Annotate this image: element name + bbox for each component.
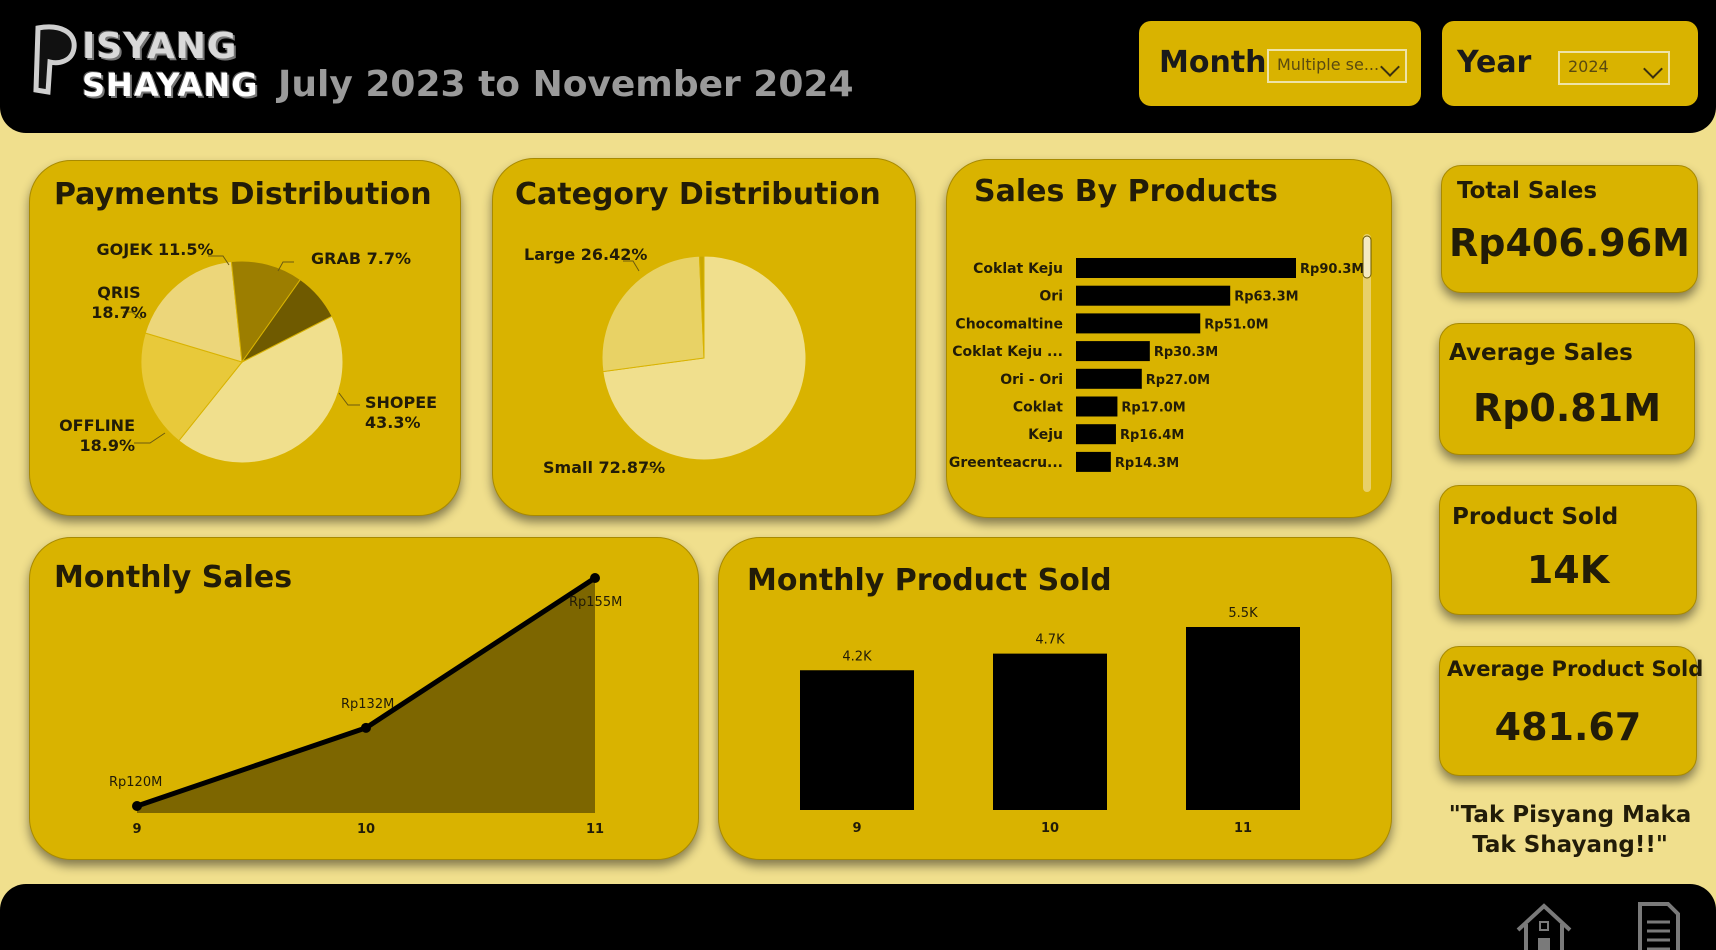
kpi-value: Rp406.96M [1449, 221, 1690, 265]
payments-pie-chart: SHOPEE 43.3% OFFLINE 18.9% QRIS 18.7% GOJEK 11… [59, 240, 437, 464]
chevron-down-icon [1643, 59, 1663, 79]
sales-x-tick-label: 10 [357, 822, 375, 837]
product-bar[interactable] [1076, 285, 1231, 306]
logo-text-top: ISYANG [82, 26, 238, 67]
kpi-value: 14K [1526, 548, 1610, 592]
product-category-label: Ori [1039, 289, 1063, 305]
product-bar[interactable] [1076, 341, 1150, 362]
pie-data-label: Large 26.42% [524, 245, 647, 264]
chevron-down-icon [1380, 57, 1400, 77]
product-category-label: Ori - Ori [1000, 372, 1063, 388]
pie-slice-large[interactable] [601, 255, 705, 373]
products-bar-chart: Coklat Keju Rp90.3M Ori Rp63.3M Chocomaltine… [949, 234, 1372, 492]
product-sold-bar[interactable] [993, 653, 1107, 810]
product-bar[interactable] [1076, 258, 1296, 278]
sales-x-tick-label: 9 [132, 822, 141, 837]
sales-x-tick-label: 11 [586, 822, 604, 837]
sales-by-products-card: Sales By Products Coklat Keju Rp90.3M Ori R… [946, 159, 1392, 518]
product-value-label: Rp27.0M [1146, 373, 1210, 388]
monthly-product-sold-bar-chart: 4.2K 9 4.7K 10 5.5K 11 [800, 606, 1300, 836]
product-category-label: Coklat Keju ... [952, 344, 1063, 360]
product-value-label: Rp30.3M [1154, 345, 1218, 360]
product-value-label: Rp14.3M [1115, 456, 1179, 471]
month-slicer: Month Multiple se... [1139, 21, 1421, 106]
monthly-sales-area-chart: Rp120M 9 Rp132M 10 Rp155M 11 [109, 573, 622, 837]
product-bar[interactable] [1076, 368, 1142, 389]
product-category-label: Coklat [1013, 400, 1063, 416]
product-bar[interactable] [1076, 424, 1116, 445]
scrollbar-thumb[interactable] [1362, 235, 1372, 279]
kpi-value: Rp0.81M [1472, 386, 1662, 430]
product-value-label: Rp90.3M [1300, 262, 1364, 277]
pie-data-label: Small 72.87% [543, 458, 665, 477]
tagline-quote: "Tak Pisyang Maka Tak Shayang!!" [1448, 802, 1692, 858]
product-sold-x-tick-label: 9 [852, 821, 861, 836]
sales-area-fill [137, 578, 595, 813]
home-icon[interactable] [1512, 898, 1576, 950]
kpi-label: Product Sold [1452, 504, 1619, 530]
sales-point[interactable] [132, 801, 142, 811]
product-sold-data-label: 4.2K [842, 649, 872, 664]
product-bar[interactable] [1076, 451, 1111, 472]
kpi-product-sold: Product Sold 14K [1439, 485, 1697, 615]
sales-data-label: Rp155M [569, 595, 622, 610]
pie-data-label: GOJEK 11.5% [96, 240, 213, 259]
product-sold-x-tick-label: 11 [1234, 821, 1252, 836]
year-label: Year [1457, 45, 1532, 80]
product-value-label: Rp17.0M [1121, 401, 1185, 416]
payments-distribution-card: Payments Distribution SHOPEE 43.3% OFFLINE… [29, 160, 461, 516]
product-bar[interactable] [1076, 396, 1118, 417]
product-value-label: Rp51.0M [1204, 317, 1268, 332]
product-category-label: Keju [1028, 427, 1063, 443]
pie-data-label: QRIS 18.7% [91, 283, 147, 322]
product-category-label: Chocomaltine [955, 316, 1063, 332]
period-title: July 2023 to November 2024 [278, 64, 854, 105]
kpi-label: Total Sales [1457, 178, 1598, 204]
brand-logo: ISYANG SHAYANG [30, 22, 257, 108]
footer-bar [0, 884, 1716, 950]
logo-text-bottom: SHAYANG [82, 66, 259, 104]
document-icon[interactable] [1632, 898, 1682, 950]
product-sold-data-label: 4.7K [1035, 633, 1065, 648]
year-dropdown-value: 2024 [1568, 57, 1609, 76]
kpi-average-sales: Average Sales Rp0.81M [1439, 323, 1695, 455]
product-value-label: Rp16.4M [1120, 428, 1184, 443]
kpi-value: 481.67 [1494, 705, 1642, 749]
product-sold-data-label: 5.5K [1228, 606, 1258, 621]
product-sold-bar[interactable] [1186, 627, 1300, 810]
sales-data-label: Rp132M [341, 697, 394, 712]
product-sold-x-tick-label: 10 [1041, 821, 1059, 836]
year-dropdown[interactable]: 2024 [1558, 51, 1670, 85]
kpi-total-sales: Total Sales Rp406.96M [1441, 165, 1698, 293]
sales-point[interactable] [361, 722, 371, 733]
month-dropdown[interactable]: Multiple se... [1267, 49, 1407, 83]
sales-point[interactable] [590, 573, 600, 583]
monthly-sales-card: Monthly Sales Rp120M 9 Rp132M 10 Rp155M 11 [29, 537, 699, 860]
monthly-product-sold-card: Monthly Product Sold 4.2K 9 4.7K 10 5.5K 11 [718, 537, 1392, 860]
month-label: Month [1159, 45, 1267, 80]
category-distribution-card: Category Distribution Small 72.87% Large … [492, 158, 916, 516]
sales-data-label: Rp120M [109, 775, 162, 790]
category-pie-chart: Small 72.87% Large 26.42% [524, 245, 807, 477]
product-category-label: Coklat Keju [973, 261, 1063, 277]
product-category-label: Greenteacru... [949, 455, 1063, 471]
kpi-label: Average Sales [1449, 340, 1633, 366]
pie-leader-line [338, 392, 360, 406]
year-slicer: Year 2024 [1442, 21, 1698, 106]
product-value-label: Rp63.3M [1234, 290, 1298, 305]
month-dropdown-value: Multiple se... [1277, 55, 1380, 74]
pie-leader-line [134, 432, 166, 444]
pie-data-label: OFFLINE 18.9% [59, 416, 135, 455]
product-bar[interactable] [1076, 313, 1201, 334]
kpi-label: Average Product Sold [1447, 657, 1704, 681]
pie-data-label: SHOPEE 43.3% [365, 393, 437, 432]
product-sold-bar[interactable] [800, 670, 914, 810]
logo-p-glyph [33, 24, 77, 95]
kpi-average-product-sold: Average Product Sold 481.67 [1439, 646, 1703, 776]
pie-data-label: GRAB 7.7% [311, 249, 411, 268]
